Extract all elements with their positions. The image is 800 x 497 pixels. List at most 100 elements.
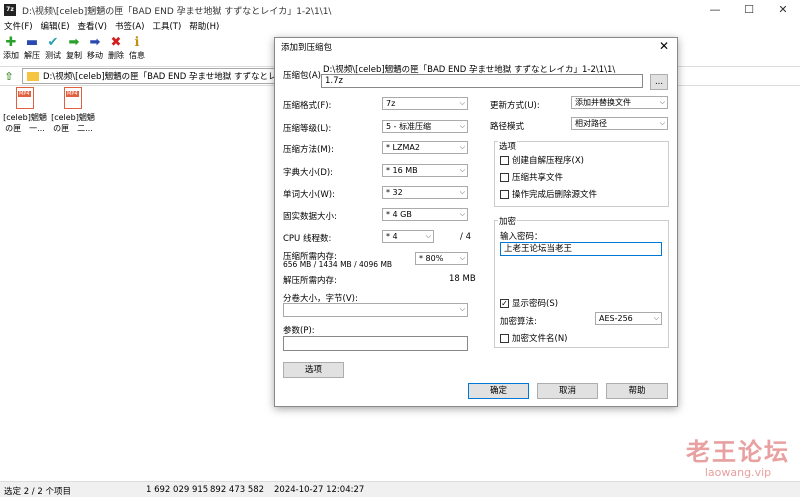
options-group-title: 选项	[498, 140, 518, 152]
dictionary-value: * 16 MB	[386, 166, 418, 175]
memory-percent-value: * 80%	[419, 254, 444, 263]
checkbox-box	[500, 189, 509, 199]
copy-button[interactable]: ➡ 复制	[64, 35, 84, 65]
folder-icon	[27, 71, 39, 81]
update-mode-value: 添加并替换文件	[575, 98, 631, 107]
copy-icon: ➡	[68, 35, 80, 50]
chevron-down-icon: ⌵	[425, 232, 431, 240]
chevron-down-icon: ⌵	[459, 166, 465, 174]
mp4-file-icon	[64, 87, 82, 109]
menu-bookmarks[interactable]: 书签(A)	[111, 20, 148, 34]
title-bar: 7z D:\视频\[celeb]魍魉の匣「BAD END 孕ませ地獄 すずなとレ…	[0, 0, 800, 20]
menu-edit[interactable]: 编辑(E)	[37, 20, 74, 34]
status-selection: 选定 2 / 2 个项目	[4, 487, 71, 497]
solid-size-label: 固实数据大小:	[283, 212, 337, 222]
move-icon: ➡	[89, 35, 101, 50]
parameters-label: 参数(P):	[283, 326, 315, 336]
threads-value: * 4	[386, 232, 398, 241]
show-password-checkbox[interactable]: ✓ 显示密码(S)	[500, 297, 558, 309]
address-input[interactable]: D:\视频\[celeb]魍魉の匣「BAD END 孕ませ地獄 すずなとレイカ」…	[22, 68, 312, 84]
chevron-down-icon: ⌵	[459, 188, 465, 196]
add-to-archive-dialog: 添加到压缩包 ✕ 压缩包(A) D:\视频\[celeb]魍魉の匣「BAD EN…	[274, 37, 678, 407]
extract-button[interactable]: ▬ 解压	[22, 35, 42, 65]
move-button[interactable]: ➡ 移动	[85, 35, 105, 65]
test-button[interactable]: ✔ 测试	[43, 35, 63, 65]
options-button[interactable]: 选项	[283, 362, 344, 378]
password-input[interactable]: 上老王论坛当老王	[500, 242, 662, 256]
close-window-button[interactable]: ✕	[766, 0, 800, 20]
update-mode-select[interactable]: 添加并替换文件 ⌵	[571, 96, 668, 109]
menu-bar: 文件(F) 编辑(E) 查看(V) 书签(A) 工具(T) 帮助(H)	[0, 20, 800, 34]
split-volume-select[interactable]: ⌵	[283, 303, 468, 317]
level-select[interactable]: 5 - 标准压缩 ⌵	[382, 120, 468, 133]
test-label: 测试	[45, 51, 61, 60]
add-label: 添加	[3, 51, 19, 60]
menu-file[interactable]: 文件(F)	[0, 20, 37, 34]
threads-select[interactable]: * 4 ⌵	[382, 230, 434, 243]
decompress-memory-label: 解压所需内存:	[283, 276, 337, 286]
file-item[interactable]: [celeb]魍魉 の匣 二...	[50, 87, 96, 134]
menu-help[interactable]: 帮助(H)	[185, 20, 223, 34]
chevron-down-icon: ⌵	[459, 122, 465, 130]
delete-after-checkbox[interactable]: 操作完成后删除源文件	[500, 188, 597, 200]
chevron-down-icon: ⌵	[459, 143, 465, 151]
method-select[interactable]: * LZMA2 ⌵	[382, 141, 468, 154]
chevron-down-icon: ⌵	[653, 314, 659, 322]
help-button[interactable]: 帮助	[606, 383, 668, 399]
decompress-memory-value: 18 MB	[449, 274, 476, 284]
format-label: 压缩格式(F):	[283, 101, 332, 111]
method-value: * LZMA2	[386, 143, 420, 152]
show-password-label: 显示密码(S)	[512, 299, 559, 309]
memory-percent-select[interactable]: * 80% ⌵	[415, 252, 468, 265]
menu-tools[interactable]: 工具(T)	[148, 20, 185, 34]
window-title: D:\视频\[celeb]魍魉の匣「BAD END 孕ませ地獄 すずなとレイカ」…	[22, 6, 332, 17]
minimize-button[interactable]: —	[698, 0, 732, 20]
sfx-checkbox[interactable]: 创建自解压程序(X)	[500, 154, 584, 166]
encryption-method-label: 加密算法:	[500, 317, 537, 327]
file-name-line2: の匣 一...	[5, 124, 45, 133]
level-value: 5 - 标准压缩	[386, 122, 432, 131]
update-mode-label: 更新方式(U):	[490, 101, 540, 111]
path-mode-value: 相对路径	[575, 119, 607, 128]
delete-icon: ✖	[110, 35, 122, 50]
menu-view[interactable]: 查看(V)	[74, 20, 111, 34]
word-size-select[interactable]: * 32 ⌵	[382, 186, 468, 199]
format-value: 7z	[386, 99, 396, 108]
dialog-close-icon[interactable]: ✕	[659, 39, 669, 53]
chevron-down-icon: ⌵	[659, 119, 665, 127]
browse-button[interactable]: ...	[650, 74, 668, 90]
dictionary-label: 字典大小(D):	[283, 168, 334, 178]
ok-button[interactable]: 确定	[468, 383, 529, 399]
mp4-file-icon	[16, 87, 34, 109]
delete-button[interactable]: ✖ 删除	[106, 35, 126, 65]
threads-label: CPU 线程数:	[283, 234, 332, 244]
level-label: 压缩等级(L):	[283, 124, 332, 134]
solid-size-select[interactable]: * 4 GB ⌵	[382, 208, 468, 221]
up-folder-icon[interactable]: ⇧	[0, 70, 18, 83]
shared-files-checkbox[interactable]: 压缩共享文件	[500, 171, 563, 183]
file-name-line1: [celeb]魍魉	[3, 113, 47, 122]
dictionary-select[interactable]: * 16 MB ⌵	[382, 164, 468, 177]
word-size-value: * 32	[386, 188, 403, 197]
watermark: 老王论坛 laowang.vip	[676, 437, 800, 479]
password-label: 输入密码：	[500, 232, 543, 242]
dialog-title: 添加到压缩包	[281, 43, 333, 53]
file-item[interactable]: [celeb]魍魉 の匣 一...	[2, 87, 48, 134]
delete-label: 删除	[108, 51, 124, 60]
status-modified: 2024-10-27 12:04:27	[274, 485, 365, 495]
add-button[interactable]: ✚ 添加	[1, 35, 21, 65]
archive-name-input[interactable]: 1.7z	[321, 74, 643, 88]
maximize-button[interactable]: ☐	[732, 0, 766, 20]
format-select[interactable]: 7z ⌵	[382, 97, 468, 110]
encrypt-names-checkbox[interactable]: 加密文件名(N)	[500, 332, 568, 344]
path-mode-select[interactable]: 相对路径 ⌵	[571, 117, 668, 130]
parameters-input[interactable]	[283, 336, 468, 351]
encryption-method-select[interactable]: AES-256 ⌵	[595, 312, 662, 325]
address-path: D:\视频\[celeb]魍魉の匣「BAD END 孕ませ地獄 すずなとレイカ」…	[43, 72, 308, 82]
chevron-down-icon: ⌵	[659, 98, 665, 106]
checkmark-icon: ✓	[500, 298, 509, 308]
checkbox-box	[500, 155, 509, 165]
encryption-method-value: AES-256	[599, 314, 633, 323]
info-button[interactable]: ℹ 信息	[127, 35, 147, 65]
cancel-button[interactable]: 取消	[537, 383, 598, 399]
